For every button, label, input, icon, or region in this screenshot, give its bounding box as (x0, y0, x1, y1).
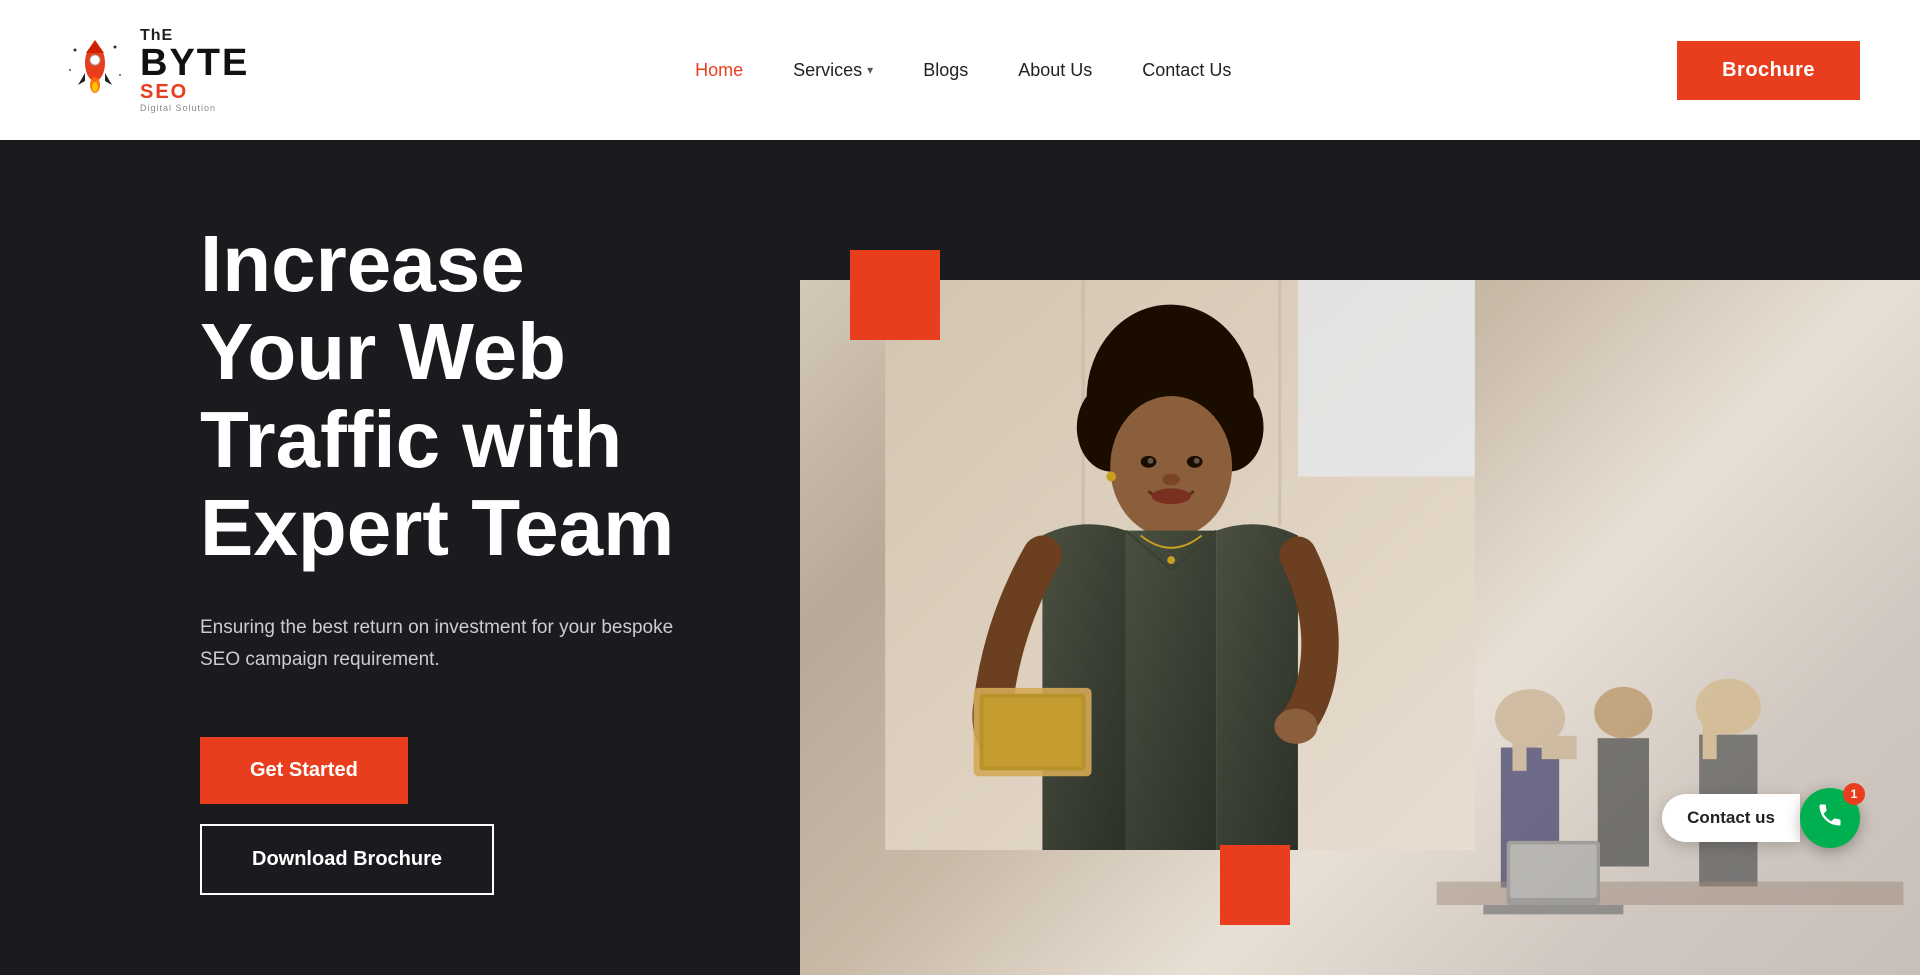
nav-about-us[interactable]: About Us (1018, 60, 1092, 81)
logo-byte: BYTE (140, 44, 249, 82)
logo-text: ThE BYTE SEO Digital Solution (140, 28, 249, 113)
hero-content: Increase Your Web Traffic with Expert Te… (0, 140, 800, 975)
download-brochure-button[interactable]: Download Brochure (200, 824, 494, 895)
phone-icon (1816, 801, 1844, 836)
hero-title: Increase Your Web Traffic with Expert Te… (200, 220, 720, 572)
orange-square-bottom (1220, 845, 1290, 925)
orange-square-top (850, 250, 940, 340)
logo-tagline: Digital Solution (140, 104, 249, 113)
services-chevron-icon: ▾ (867, 63, 873, 77)
nav-contact-us[interactable]: Contact Us (1142, 60, 1231, 81)
get-started-button[interactable]: Get Started (200, 737, 408, 804)
main-nav: Home Services ▾ Blogs About Us Contact U… (695, 60, 1231, 81)
hero-subtitle: Ensuring the best return on investment f… (200, 612, 680, 677)
rocket-icon (60, 35, 130, 105)
nav-home[interactable]: Home (695, 60, 743, 81)
logo[interactable]: ThE BYTE SEO Digital Solution (60, 28, 249, 113)
hero-buttons: Get Started Download Brochure (200, 737, 720, 895)
nav-services[interactable]: Services ▾ (793, 60, 873, 81)
woman-illustration (880, 280, 1480, 850)
contact-float: Contact us 1 (1662, 788, 1860, 848)
contact-float-label: Contact us (1662, 794, 1800, 842)
hero-section: Increase Your Web Traffic with Expert Te… (0, 140, 1920, 975)
logo-seo: SEO (140, 82, 249, 102)
hero-photo (800, 280, 1920, 975)
nav-blogs[interactable]: Blogs (923, 60, 968, 81)
brochure-button[interactable]: Brochure (1677, 41, 1860, 100)
hero-image-area (800, 140, 1920, 975)
contact-phone-button[interactable]: 1 (1800, 788, 1860, 848)
notification-badge: 1 (1843, 783, 1865, 805)
header: ThE BYTE SEO Digital Solution Home Servi… (0, 0, 1920, 140)
